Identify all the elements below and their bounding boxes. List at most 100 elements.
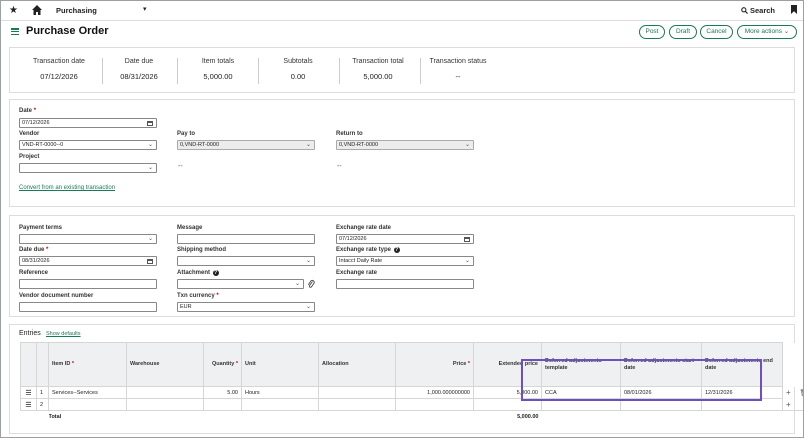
- add-row-icon[interactable]: +: [783, 399, 797, 411]
- bookmark-icon[interactable]: [791, 5, 797, 14]
- total-spacer: [701, 410, 783, 423]
- cancel-button[interactable]: Cancel: [700, 25, 733, 39]
- cell-item-id[interactable]: Services--Services: [48, 386, 127, 399]
- required-marker: *: [216, 293, 219, 299]
- txn-currency-select[interactable]: EUR ⌄: [177, 302, 315, 312]
- exchange-rate-input[interactable]: [336, 279, 474, 289]
- vendor-select[interactable]: VND-RT-0000--0 ⌄: [19, 140, 157, 150]
- chevron-down-icon[interactable]: ▾: [143, 5, 147, 13]
- total-value: 5,000.00: [473, 410, 542, 423]
- trash-icon[interactable]: 🗑: [797, 387, 804, 399]
- chevron-down-icon: ⌄: [305, 258, 311, 264]
- module-selector[interactable]: Purchasing: [56, 6, 97, 15]
- calendar-icon[interactable]: [464, 237, 470, 242]
- cell-quantity[interactable]: [203, 398, 242, 411]
- column-item-id[interactable]: Item ID *: [48, 342, 127, 387]
- cell-unit[interactable]: [241, 398, 319, 411]
- cell-deferred-template[interactable]: CCA: [541, 386, 621, 399]
- cell-warehouse[interactable]: [126, 386, 204, 399]
- cell-deferred-template[interactable]: [541, 398, 621, 411]
- shipping-method-select[interactable]: ⌄: [177, 256, 315, 266]
- cell-unit[interactable]: Hours: [241, 386, 319, 399]
- search-button[interactable]: Search: [741, 6, 775, 15]
- entries-panel: Entries Show defaults Item ID * Warehous…: [9, 324, 803, 434]
- post-button[interactable]: Post: [639, 25, 665, 39]
- chevron-down-icon: ⌄: [783, 28, 790, 35]
- pay-to-value: 0,VND-RT-0000: [180, 142, 220, 148]
- date-field[interactable]: 07/12/2026: [19, 118, 157, 128]
- add-row-icon[interactable]: +: [783, 387, 797, 399]
- divider: [420, 58, 421, 84]
- drag-handle-icon[interactable]: ☰: [20, 398, 37, 411]
- column-allocation[interactable]: Allocation: [318, 342, 396, 387]
- pay-to-details: --: [178, 163, 183, 170]
- message-input[interactable]: [177, 234, 315, 244]
- calendar-icon[interactable]: [147, 259, 153, 264]
- chevron-down-icon: ⌄: [305, 142, 311, 148]
- project-label: Project: [19, 154, 40, 160]
- cell-warehouse[interactable]: [126, 398, 204, 411]
- star-icon[interactable]: ★: [9, 5, 18, 16]
- exchange-rate-date-field[interactable]: 07/12/2026: [336, 234, 474, 244]
- date-due-value: 08/31/2026: [22, 258, 50, 264]
- summary-strip: Transaction date 07/12/2026 Date due 08/31…: [9, 47, 795, 93]
- cell-quantity[interactable]: 5.00: [203, 386, 242, 399]
- column-warehouse[interactable]: Warehouse: [126, 342, 204, 387]
- payment-terms-select[interactable]: ⌄: [19, 234, 157, 244]
- summary-subtotals: Subtotals 0.00: [270, 58, 326, 81]
- app-window: ★ Purchasing ▾ Search Purchase Order Pos…: [0, 0, 804, 438]
- date-value: 07/12/2026: [22, 120, 50, 126]
- project-select[interactable]: ⌄: [19, 163, 157, 173]
- paperclip-icon[interactable]: [307, 279, 315, 289]
- cell-deferred-end-date[interactable]: [701, 398, 783, 411]
- txn-currency-label: Txn currency *: [177, 293, 219, 299]
- exchange-rate-date-label: Exchange rate date: [336, 225, 392, 231]
- calendar-icon[interactable]: [147, 121, 153, 126]
- home-icon[interactable]: [31, 4, 43, 16]
- column-deferred-end-date[interactable]: Deferred adjustments end date: [701, 342, 783, 387]
- divider: [102, 58, 103, 84]
- cell-deferred-end-date[interactable]: 12/31/2026: [701, 386, 783, 399]
- reference-input[interactable]: [19, 279, 157, 289]
- cell-price[interactable]: [395, 398, 474, 411]
- column-quantity[interactable]: Quantity *: [203, 342, 242, 387]
- date-due-field[interactable]: 08/31/2026: [19, 256, 157, 266]
- column-extended-price[interactable]: Extended price: [473, 342, 542, 387]
- grid-header-ctl: [796, 342, 803, 387]
- pay-to-select[interactable]: 0,VND-RT-0000 ⌄: [177, 140, 315, 150]
- return-to-select[interactable]: 0,VND-RT-0000 ⌄: [336, 140, 474, 150]
- payment-terms-label: Payment terms: [19, 225, 63, 231]
- table-row[interactable]: ☰ 1 Services--Services 5.00 Hours 1,000.…: [20, 386, 804, 399]
- exchange-rate-type-select[interactable]: Intacct Daily Rate ⌄: [336, 256, 474, 266]
- column-deferred-template[interactable]: Deferred adjustments template: [541, 342, 621, 387]
- list-icon[interactable]: [11, 28, 19, 36]
- column-label: Quantity: [212, 361, 235, 367]
- required-marker: *: [71, 361, 75, 367]
- table-row[interactable]: ☰ 2 +: [20, 398, 804, 411]
- column-unit[interactable]: Unit: [241, 342, 319, 387]
- total-spacer: [395, 410, 474, 423]
- drag-handle-icon[interactable]: ☰: [20, 386, 37, 399]
- cell-item-id[interactable]: [48, 398, 127, 411]
- total-spacer: [126, 410, 204, 423]
- grid-header-drag: [20, 342, 37, 387]
- help-icon[interactable]: ?: [212, 270, 219, 276]
- total-spacer: [241, 410, 319, 423]
- show-defaults-link[interactable]: Show defaults: [46, 331, 81, 337]
- cell-price[interactable]: 1,000.000000000: [395, 386, 474, 399]
- more-actions-button[interactable]: More actions ⌄: [737, 25, 797, 39]
- column-price[interactable]: Price *: [395, 342, 474, 387]
- help-icon[interactable]: ?: [393, 247, 400, 253]
- cell-deferred-start-date[interactable]: [620, 398, 702, 411]
- header-panel: Date * 07/12/2026 Vendor VND-RT-0000--0 ⌄…: [9, 99, 795, 207]
- cell-allocation[interactable]: [318, 398, 396, 411]
- convert-transaction-link[interactable]: Convert from an existing transaction: [19, 185, 115, 191]
- column-deferred-start-date[interactable]: Deferred adjustments start date: [620, 342, 702, 387]
- cell-allocation[interactable]: [318, 386, 396, 399]
- column-label: Item ID: [52, 361, 71, 367]
- attachment-select[interactable]: ⌄: [177, 279, 304, 289]
- vendor-document-number-input[interactable]: [19, 302, 157, 312]
- cell-deferred-start-date[interactable]: 08/01/2026: [620, 386, 702, 399]
- draft-button[interactable]: Draft: [669, 25, 697, 39]
- chevron-down-icon: ⌄: [464, 142, 470, 148]
